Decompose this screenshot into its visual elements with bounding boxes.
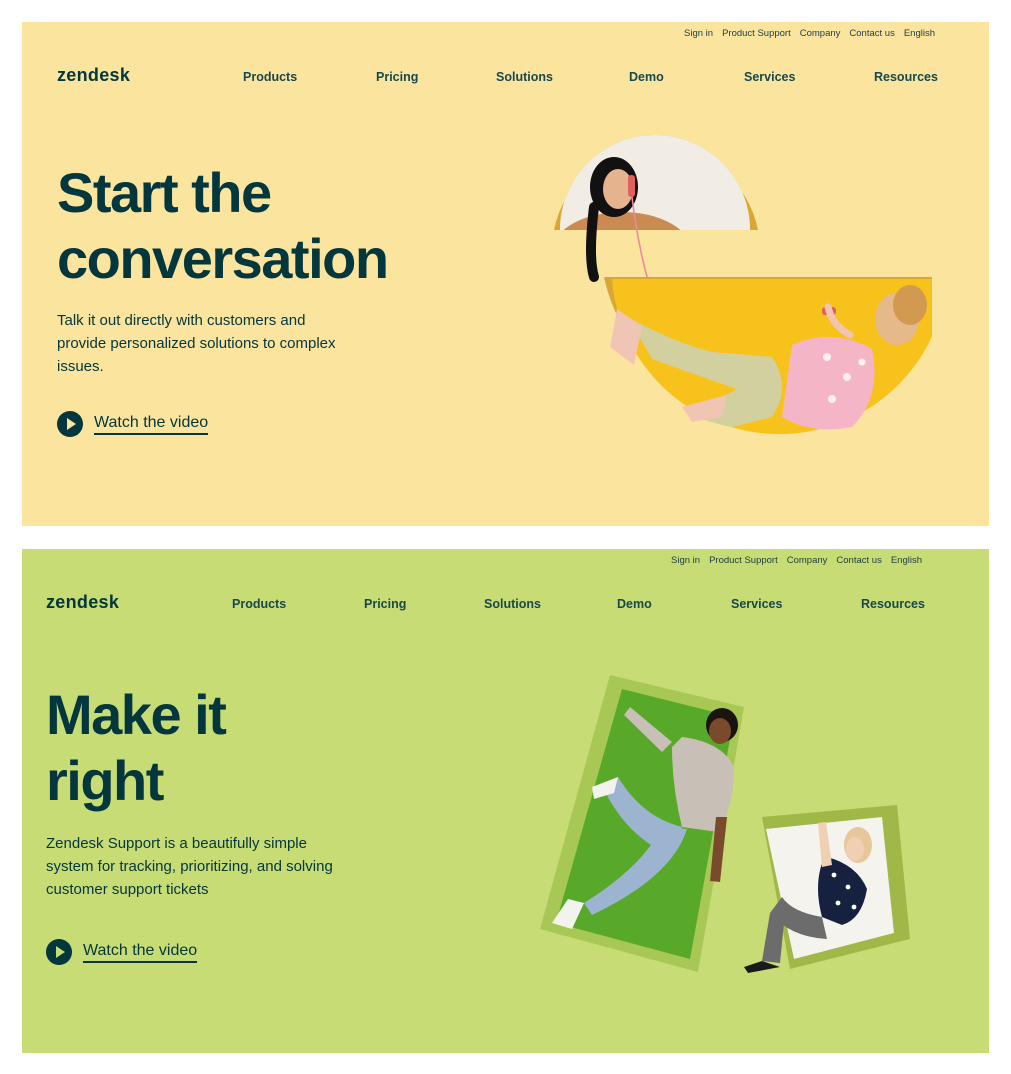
hero-headline: Make it right [46, 682, 346, 813]
hero-panel-start-conversation: Sign in Product Support Company Contact … [22, 22, 989, 526]
utility-nav: Sign in Product Support Company Contact … [684, 28, 935, 39]
contact-us-link[interactable]: Contact us [836, 555, 881, 566]
play-icon[interactable] [57, 411, 83, 437]
zendesk-logo[interactable]: zendesk [57, 65, 130, 86]
headline-line-1: Start the [57, 161, 272, 224]
main-nav: Products Pricing Solutions Demo Services… [243, 70, 938, 88]
nav-solutions[interactable]: Solutions [496, 70, 553, 84]
watch-video-label[interactable]: Watch the video [94, 414, 209, 435]
sign-in-link[interactable]: Sign in [684, 28, 713, 39]
headline-line-2: right [46, 748, 164, 812]
nav-products[interactable]: Products [232, 597, 286, 611]
sign-in-link[interactable]: Sign in [671, 555, 700, 566]
watch-video-button[interactable]: Watch the video [46, 939, 198, 965]
nav-products[interactable]: Products [243, 70, 297, 84]
hero-illustration-phone-call [554, 135, 932, 435]
product-support-link[interactable]: Product Support [709, 555, 778, 566]
hero-panel-make-it-right: Sign in Product Support Company Contact … [22, 549, 989, 1053]
contact-us-link[interactable]: Contact us [849, 28, 894, 39]
top-window [560, 135, 750, 230]
company-link[interactable]: Company [800, 28, 841, 39]
nav-resources[interactable]: Resources [861, 597, 925, 611]
nav-demo[interactable]: Demo [629, 70, 664, 84]
utility-nav: Sign in Product Support Company Contact … [671, 555, 922, 566]
product-support-link[interactable]: Product Support [722, 28, 791, 39]
hero-illustration-tilted-frames [540, 675, 910, 973]
nav-services[interactable]: Services [744, 70, 795, 84]
headline-line-1: Make it [46, 683, 227, 746]
watch-video-label[interactable]: Watch the video [83, 942, 198, 963]
watch-video-button[interactable]: Watch the video [57, 411, 209, 437]
company-link[interactable]: Company [787, 555, 828, 566]
nav-pricing[interactable]: Pricing [364, 597, 406, 611]
headline-line-2: conversation [57, 226, 389, 290]
play-icon[interactable] [46, 939, 72, 965]
zendesk-logo[interactable]: zendesk [46, 592, 119, 613]
hero-subtext: Talk it out directly with customers and … [57, 312, 336, 375]
hero-headline: Start the conversation [57, 160, 437, 291]
hero-subtext: Zendesk Support is a beautifully simple … [46, 835, 333, 898]
nav-pricing[interactable]: Pricing [376, 70, 418, 84]
nav-resources[interactable]: Resources [874, 70, 938, 84]
main-nav: Products Pricing Solutions Demo Services… [232, 597, 925, 615]
language-selector[interactable]: English [904, 28, 935, 39]
nav-solutions[interactable]: Solutions [484, 597, 541, 611]
nav-services[interactable]: Services [731, 597, 782, 611]
language-selector[interactable]: English [891, 555, 922, 566]
nav-demo[interactable]: Demo [617, 597, 652, 611]
